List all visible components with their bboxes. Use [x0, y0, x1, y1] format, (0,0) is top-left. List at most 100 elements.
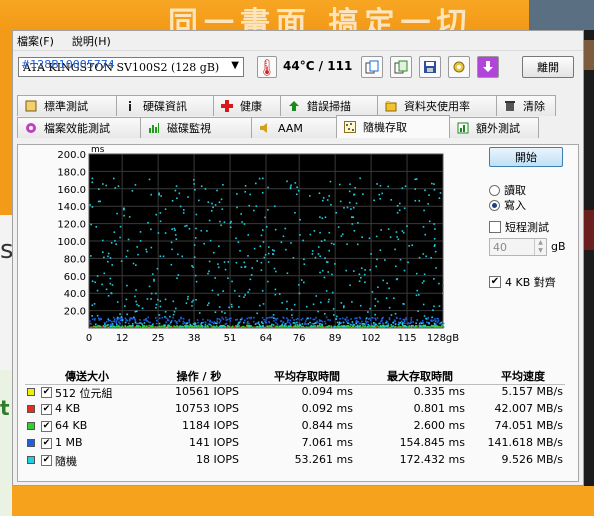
tab-file-benchmark[interactable]: 檔案效能測試	[17, 117, 141, 138]
copy-info-button[interactable]	[390, 56, 412, 78]
data-point	[247, 291, 249, 294]
data-point	[423, 273, 426, 276]
data-point	[225, 319, 228, 321]
data-point	[246, 317, 249, 320]
data-point	[403, 325, 406, 327]
tab-benchmark[interactable]: 標準測試	[17, 95, 117, 116]
data-point	[218, 321, 221, 324]
tab-erase[interactable]: 清除	[496, 95, 556, 116]
tab-folder-usage[interactable]: 資料夾使用率	[377, 95, 497, 116]
data-point	[273, 267, 276, 270]
data-point	[207, 201, 210, 203]
data-point	[178, 192, 181, 195]
short-test-size-input[interactable]: 40 ▲ ▼	[489, 238, 547, 256]
data-point	[168, 325, 171, 328]
tab-aam[interactable]: AAM	[251, 117, 337, 138]
row-checkbox[interactable]: ✔	[41, 438, 52, 449]
tab-random-access[interactable]: 隨機存取	[336, 115, 450, 138]
data-point	[358, 316, 361, 319]
data-point	[376, 258, 378, 261]
data-point	[415, 294, 418, 297]
data-point	[356, 243, 359, 246]
data-point	[173, 325, 176, 327]
data-point	[107, 255, 109, 258]
data-point	[317, 310, 319, 313]
read-radio[interactable]: 讀取	[489, 182, 526, 198]
row-checkbox[interactable]: ✔	[41, 455, 52, 466]
data-point	[351, 301, 353, 303]
data-point	[136, 324, 138, 327]
data-point	[325, 316, 328, 319]
save-screenshot-button[interactable]	[419, 56, 441, 78]
data-point	[293, 319, 295, 321]
data-point	[423, 315, 426, 317]
data-point	[324, 322, 327, 325]
data-point	[235, 324, 237, 327]
data-point	[359, 177, 361, 180]
x-tick-label: 102	[362, 333, 381, 344]
menu-help[interactable]: 說明(H)	[72, 33, 111, 49]
data-point	[172, 300, 175, 303]
row-checkbox[interactable]: ✔	[41, 387, 52, 398]
tab-error-scan[interactable]: 錯誤掃描	[280, 95, 378, 116]
data-point	[356, 324, 359, 327]
data-point	[434, 320, 437, 323]
data-point	[90, 223, 92, 226]
tab-extra-tests[interactable]: 額外測試	[449, 117, 539, 138]
data-point	[197, 321, 199, 324]
tab-health[interactable]: 健康	[213, 95, 281, 116]
data-point	[250, 325, 252, 328]
data-point	[160, 195, 162, 197]
data-point	[127, 238, 130, 241]
tab-info[interactable]: 硬碟資訊	[116, 95, 214, 116]
data-point	[433, 183, 435, 185]
spinner-arrows-icon[interactable]: ▲ ▼	[534, 239, 546, 255]
menu-file[interactable]: 檔案(F)	[17, 33, 54, 49]
align-4kb-checkbox[interactable]: ✔ 4 KB 對齊	[489, 274, 556, 290]
data-point	[126, 325, 129, 328]
data-point	[183, 321, 186, 324]
data-point	[350, 208, 352, 210]
write-radio[interactable]: 寫入	[489, 197, 526, 213]
data-point	[99, 317, 102, 320]
data-point	[148, 178, 151, 181]
data-point	[236, 193, 238, 195]
hdtune-window: 檔案(F) 說明(H) ATA KINGSTON SV100S2 (128 gB…	[12, 30, 584, 486]
y-tick-label: 140.0	[57, 202, 86, 213]
data-point	[357, 321, 360, 323]
row-checkbox[interactable]: ✔	[41, 421, 52, 432]
data-point	[256, 260, 259, 262]
data-point	[158, 314, 161, 316]
data-point	[392, 325, 394, 327]
data-point	[128, 322, 130, 325]
data-point	[321, 269, 324, 272]
download-button[interactable]	[477, 56, 499, 78]
data-point	[107, 319, 110, 322]
data-point	[243, 261, 246, 264]
data-point	[349, 183, 351, 186]
data-point	[164, 316, 166, 318]
copy-text-button[interactable]	[361, 56, 383, 78]
exit-button[interactable]: 離開	[522, 56, 574, 78]
data-point	[244, 190, 247, 193]
data-point	[283, 317, 285, 319]
tab-disk-monitor[interactable]: 磁碟監視	[140, 117, 252, 138]
start-button[interactable]: 開始	[489, 147, 563, 167]
data-point	[438, 322, 441, 325]
data-point	[343, 305, 345, 307]
data-point	[405, 325, 408, 328]
data-point	[385, 321, 387, 324]
data-point	[284, 323, 286, 325]
data-point	[350, 324, 352, 326]
data-point	[309, 321, 311, 324]
data-point	[172, 313, 175, 316]
short-test-checkbox[interactable]: 短程測試	[489, 219, 549, 235]
data-point	[274, 288, 277, 291]
row-checkbox[interactable]: ✔	[41, 404, 52, 415]
data-point	[109, 325, 112, 328]
options-button[interactable]	[448, 56, 470, 78]
data-point	[171, 228, 173, 230]
data-point	[402, 322, 404, 324]
data-point	[220, 224, 222, 227]
data-point	[161, 316, 164, 319]
